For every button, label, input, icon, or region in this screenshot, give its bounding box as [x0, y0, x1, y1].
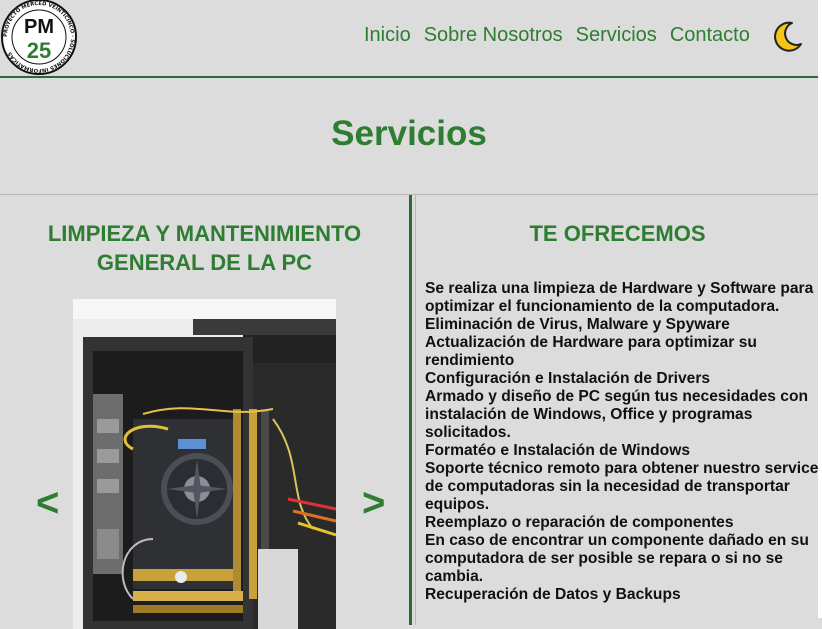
nav-link-sobre-nosotros[interactable]: Sobre Nosotros	[424, 24, 563, 47]
motherboard-illustration	[73, 299, 336, 629]
carousel-prev-button[interactable]: <	[36, 483, 59, 523]
carousel-heading: LIMPIEZA Y MANTENIMIENTO GENERAL DE LA P…	[47, 221, 362, 275]
carousel-next-button[interactable]: >	[362, 483, 385, 523]
list-item: En caso de encontrar un componente dañad…	[425, 532, 809, 585]
pc-motherboard-photo	[73, 299, 336, 629]
services-list: Se realiza una limpieza de Hardware y So…	[425, 280, 820, 604]
page-title: Servicios	[331, 114, 487, 153]
list-item: Reemplazo o reparación de componentes	[425, 514, 734, 531]
logo-initials: PM	[24, 16, 54, 38]
nav-link-inicio[interactable]: Inicio	[364, 24, 411, 47]
main-nav: Inicio Sobre Nosotros Servicios Contacto	[364, 24, 750, 47]
nav-link-servicios[interactable]: Servicios	[576, 24, 657, 47]
logo-number: 25	[27, 38, 51, 63]
list-item: Formatéo e Instalación de Windows	[425, 442, 690, 459]
service-carousel: LIMPIEZA Y MANTENIMIENTO GENERAL DE LA P…	[0, 195, 409, 629]
list-item: Eliminación de Virus, Malware y Spyware	[425, 316, 730, 333]
list-item: Armado y diseño de PC según tus necesida…	[425, 388, 809, 441]
nav-link-contacto[interactable]: Contacto	[670, 24, 750, 47]
offer-panel: TE OFRECEMOS Se realiza una limpieza de …	[415, 195, 819, 625]
pm25-logo[interactable]: PROYECTO MERCED VEINTICINCO · SOLUCIONES…	[0, 0, 80, 76]
offer-heading: TE OFRECEMOS	[529, 221, 706, 246]
services-section: LIMPIEZA Y MANTENIMIENTO GENERAL DE LA P…	[0, 194, 819, 629]
moon-icon[interactable]	[770, 20, 804, 54]
panel-divider	[409, 195, 412, 625]
list-item: Configuración e Instalación de Drivers	[425, 370, 711, 387]
site-header: PROYECTO MERCED VEINTICINCO · SOLUCIONES…	[0, 0, 818, 78]
list-item: Actualización de Hardware para optimizar…	[425, 334, 757, 369]
list-item: Recuperación de Datos y Backups	[425, 586, 681, 603]
list-item: Soporte técnico remoto para obtener nues…	[425, 460, 819, 513]
list-item: Se realiza una limpieza de Hardware y So…	[425, 280, 814, 315]
